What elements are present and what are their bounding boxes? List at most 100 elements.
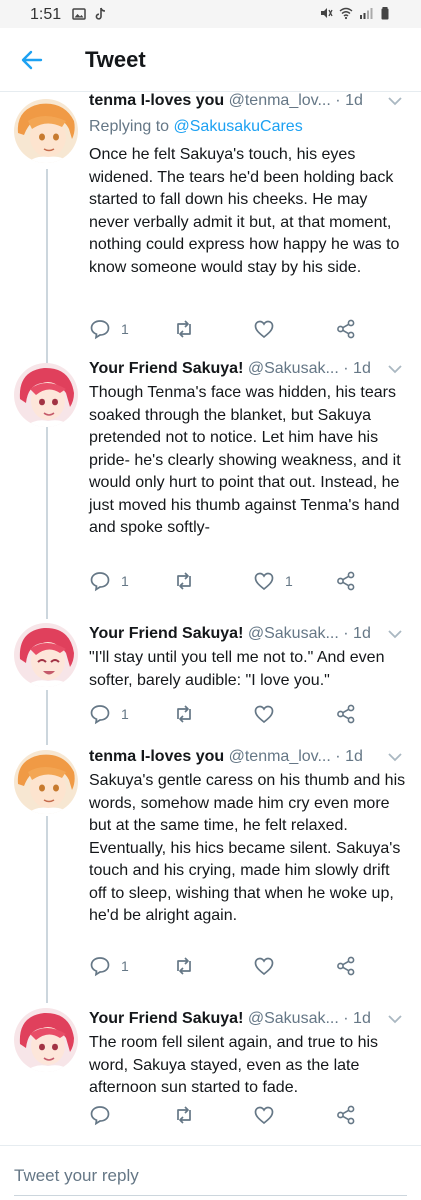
app-header: Tweet [0, 28, 421, 92]
tweet-header: tenma I-loves you @tenma_lov... · 1d [89, 748, 403, 770]
tweet[interactable]: Your Friend Sakuya! @Sakusak... · 1d Tho… [0, 360, 421, 616]
avatar[interactable] [14, 1008, 78, 1072]
user-handle[interactable]: @Sakusak... [248, 625, 339, 642]
reply-input[interactable] [14, 1164, 409, 1188]
tweet-actions: 1 [89, 318, 369, 342]
page-title: Tweet [85, 47, 146, 72]
user-handle[interactable]: @tenma_lov... [229, 748, 331, 765]
reply-count: 1 [121, 706, 129, 722]
reply-icon [90, 957, 110, 977]
chevron-down-icon[interactable] [387, 95, 403, 107]
heart-icon [254, 1106, 274, 1125]
reply-icon [90, 705, 110, 725]
replying-to-label: Replying to [89, 118, 170, 135]
tweet[interactable]: tenma I-loves you @tenma_lov... · 1d Rep… [0, 92, 421, 354]
avatar[interactable] [14, 623, 78, 687]
like-button[interactable]: 1 [253, 570, 293, 592]
separator-dot: · [343, 360, 349, 377]
display-name[interactable]: Your Friend Sakuya! [89, 360, 243, 377]
reply-icon [90, 572, 110, 592]
like-button[interactable] [253, 955, 285, 977]
retweet-button[interactable] [173, 318, 205, 340]
display-name[interactable]: tenma I-loves you [89, 748, 224, 765]
display-name[interactable]: tenma I-loves you [89, 92, 224, 109]
retweet-icon [177, 320, 191, 338]
share-button[interactable] [335, 318, 357, 340]
heart-icon [254, 957, 274, 976]
tweet-thread: tenma I-loves you @tenma_lov... · 1d Rep… [0, 92, 421, 1145]
tweet[interactable]: Your Friend Sakuya! @Sakusak... · 1d "I'… [0, 623, 421, 737]
tweet-actions: 1 1 [89, 570, 369, 594]
reply-count: 1 [121, 573, 129, 589]
tiktok-icon [95, 7, 106, 20]
display-name[interactable]: Your Friend Sakuya! [89, 1010, 243, 1027]
tweet-text: Once he felt Sakuya's touch, his eyes wi… [89, 146, 400, 276]
reply-button[interactable]: 1 [89, 703, 129, 725]
replying-to: Replying to @SakusakuCares [89, 118, 303, 136]
share-button[interactable] [335, 1104, 357, 1126]
retweet-icon [177, 957, 191, 975]
image-icon [72, 8, 86, 20]
avatar[interactable] [14, 99, 78, 163]
heart-icon [254, 572, 274, 591]
like-button[interactable] [253, 1104, 285, 1126]
share-icon [337, 704, 355, 724]
user-handle[interactable]: @tenma_lov... [229, 92, 331, 109]
retweet-icon [177, 705, 191, 723]
tweet-text: The room fell silent again, and true to … [89, 1034, 379, 1096]
retweet-button[interactable] [173, 703, 205, 725]
reply-underline [14, 1195, 407, 1196]
share-icon [337, 571, 355, 591]
reply-button[interactable] [89, 1104, 121, 1126]
tweet-actions: 1 [89, 703, 369, 727]
share-button[interactable] [335, 955, 357, 977]
reply-bar [0, 1145, 421, 1200]
back-arrow-icon[interactable] [18, 46, 46, 74]
like-count: 1 [285, 573, 293, 589]
status-time: 1:51 [30, 6, 62, 23]
like-button[interactable] [253, 703, 285, 725]
reply-icon [90, 1106, 110, 1126]
tweet[interactable]: tenma I-loves you @tenma_lov... · 1d Sak… [0, 748, 421, 988]
tweet-text: Though Tenma's face was hidden, his tear… [89, 384, 401, 536]
tweet-actions: 1 [89, 955, 369, 979]
reply-button[interactable]: 1 [89, 955, 129, 977]
like-button[interactable] [253, 318, 285, 340]
tweet-header: Your Friend Sakuya! @Sakusak... · 1d [89, 625, 403, 647]
tweet-header: Your Friend Sakuya! @Sakusak... · 1d [89, 360, 403, 382]
tweet-time: 1d [353, 360, 371, 377]
retweet-icon [177, 1106, 191, 1124]
chevron-down-icon[interactable] [387, 1013, 403, 1025]
reply-button[interactable]: 1 [89, 318, 129, 340]
retweet-button[interactable] [173, 1104, 205, 1126]
tweet-time: 1d [345, 92, 363, 109]
chevron-down-icon[interactable] [387, 363, 403, 375]
mute-icon [321, 8, 333, 18]
wifi-icon [339, 7, 353, 20]
separator-dot: · [343, 625, 349, 642]
tweet-header: tenma I-loves you @tenma_lov... · 1d [89, 92, 403, 114]
tweet-header: Your Friend Sakuya! @Sakusak... · 1d [89, 1010, 403, 1032]
retweet-icon [177, 572, 191, 590]
chevron-down-icon[interactable] [387, 751, 403, 763]
separator-dot: · [343, 1010, 349, 1027]
share-button[interactable] [335, 570, 357, 592]
user-handle[interactable]: @Sakusak... [248, 360, 339, 377]
retweet-button[interactable] [173, 955, 205, 977]
user-handle[interactable]: @Sakusak... [248, 1010, 339, 1027]
reply-button[interactable]: 1 [89, 570, 129, 592]
tweet[interactable]: Your Friend Sakuya! @Sakusak... · 1d The… [0, 1008, 421, 1140]
tweet-time: 1d [353, 1010, 371, 1027]
display-name[interactable]: Your Friend Sakuya! [89, 625, 243, 642]
mention-link[interactable]: @SakusakuCares [174, 118, 303, 135]
status-bar: 1:51 [0, 0, 421, 28]
avatar[interactable] [14, 363, 78, 427]
tweet-text: Sakuya's gentle caress on his thumb and … [89, 772, 406, 924]
share-button[interactable] [335, 703, 357, 725]
retweet-button[interactable] [173, 570, 205, 592]
share-icon [337, 319, 355, 339]
heart-icon [254, 320, 274, 339]
avatar[interactable] [14, 750, 78, 814]
chevron-down-icon[interactable] [387, 628, 403, 640]
signal-icon [360, 8, 373, 19]
